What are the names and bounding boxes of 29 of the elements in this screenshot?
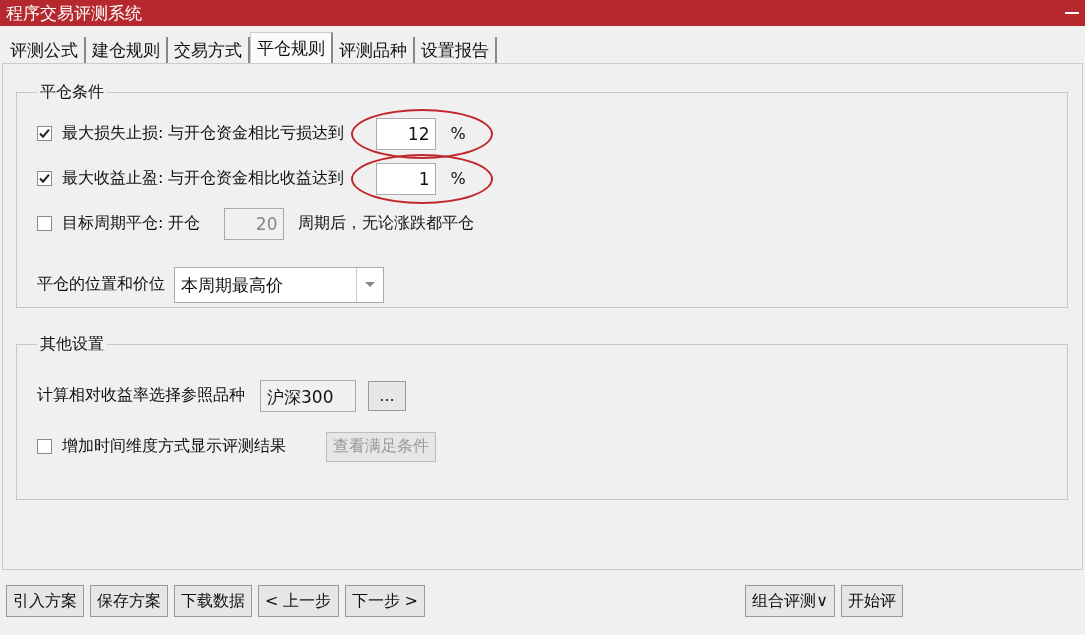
input-field[interactable]: 12 [376, 117, 437, 150]
action-button[interactable]: 开始评 [841, 585, 903, 617]
unit-label: % [450, 169, 466, 188]
option-label: 最大损失止损: 与开仓资金相比亏损达到 [62, 123, 345, 144]
input-field[interactable]: 1 [376, 162, 437, 195]
option-label: 目标周期平仓: 开仓 [62, 213, 201, 234]
checkbox[interactable] [37, 126, 52, 141]
reference-field[interactable]: 沪深300 [260, 379, 356, 412]
unit-label: % [450, 124, 466, 143]
action-button[interactable]: 组合评测∨ [745, 585, 835, 617]
field-label: 计算相对收益率选择参照品种 [37, 385, 245, 406]
checkbox[interactable] [37, 439, 52, 454]
action-button[interactable]: 下一步 > [344, 585, 425, 617]
window-title: 程序交易评测系统 [6, 1, 142, 25]
unit-label: 周期后，无论涨跌都平仓 [298, 213, 475, 234]
browse-button[interactable]: ... [368, 380, 406, 411]
group-title: 其他设置 [39, 334, 105, 355]
action-button[interactable]: 保存方案 [90, 585, 168, 617]
tab[interactable]: 平仓规则 [250, 32, 333, 63]
action-button[interactable]: 下载数据 [174, 585, 252, 617]
action-button[interactable]: 引入方案 [6, 585, 84, 617]
action-button[interactable]: < 上一步 [258, 585, 339, 617]
option-label: 增加时间维度方式显示评测结果 [62, 436, 286, 457]
position-dropdown[interactable]: 本周期最高价 [174, 266, 384, 303]
checkbox[interactable] [37, 171, 52, 186]
dropdown-arrow-icon [365, 282, 375, 287]
field-label: 平仓的位置和价位 [37, 274, 165, 295]
option-label: 最大收益止盈: 与开仓资金相比收益达到 [62, 168, 345, 189]
group-title: 平仓条件 [39, 82, 105, 103]
